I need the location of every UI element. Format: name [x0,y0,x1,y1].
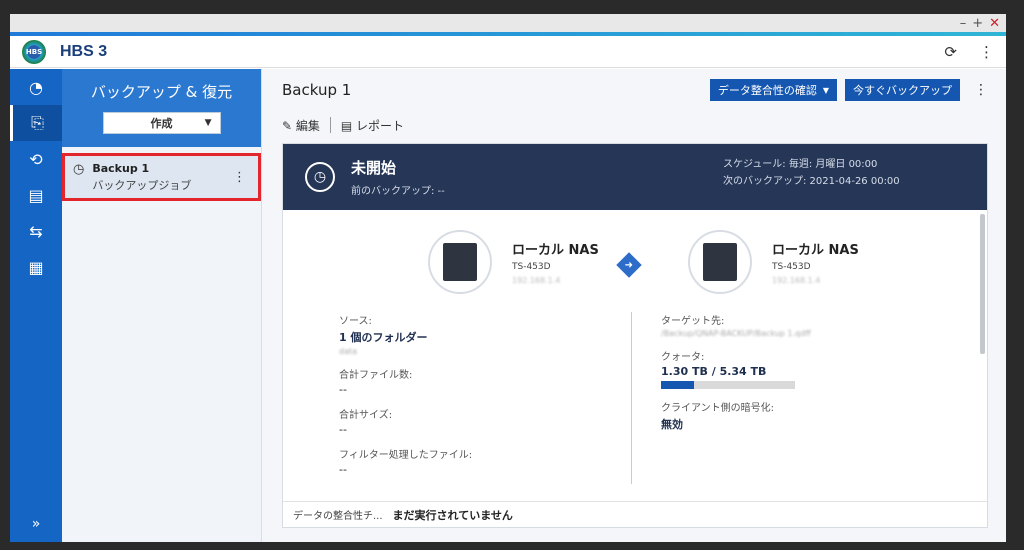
target-nas-ip: 192.168.1.4 [772,276,821,285]
quota-label: クォータ: [661,352,705,363]
verify-integrity-button[interactable]: データ整合性の確認 ▼ [709,79,837,101]
status-banner: ◷ 未開始 前のバックアップ: -- スケジュール: 毎週: 月曜日 00:00… [283,144,987,210]
quota-bar-fill [661,381,694,389]
target-nas-model: TS-453D [772,262,811,272]
job-detail: Backup 1 データ整合性の確認 ▼ 今すぐバックアップ ⋮ ✎ 編集 ▤ … [262,69,1006,542]
services-icon[interactable]: ▤ [10,177,62,213]
caret-down-icon: ▼ [204,118,212,128]
job-more-icon[interactable]: ⋮ [233,170,246,185]
source-value: 1 個のフォルダー [339,331,428,344]
app-header: HBS HBS 3 ⟳ ⋮ [10,36,1006,68]
job-card: ◷ 未開始 前のバックアップ: -- スケジュール: 毎週: 月曜日 00:00… [282,143,988,528]
maximize-icon[interactable]: + [972,16,983,31]
create-button[interactable]: 作成 ▼ [102,112,221,134]
create-button-label: 作成 [150,117,173,130]
arrow-right-icon: ➜ [616,252,642,278]
nas-device-icon [688,230,752,294]
total-files-label: 合計ファイル数: [339,370,413,381]
integrity-value: まだ実行されていません [392,508,513,522]
nas-device-icon [428,230,492,294]
next-backup: 次のバックアップ: 2021-04-26 00:00 [723,176,900,187]
app-window: – + ✕ HBS HBS 3 ⟳ ⋮ ◔ ⎘ ⟲ ▤ ⇆ ▦ » バックアップ… [10,14,1006,542]
clock-icon: ◷ [305,162,335,192]
refresh-icon[interactable]: ⟳ [944,43,957,61]
filtered-files-label: フィルター処理したファイル: [339,450,473,461]
caret-down-icon: ▼ [822,85,829,95]
job-details: ソース: 1 個のフォルダー data 合計ファイル数: -- 合計サイズ: -… [283,312,987,484]
job-type: バックアップジョブ [92,178,192,192]
target-path: /Backup/QNAP-BACKUP/Backup 1.qdff [661,329,811,338]
report-label: レポート [356,118,405,133]
source-nas-ip: 192.168.1.4 [512,276,561,285]
filtered-files-value: -- [339,463,347,476]
storages-icon[interactable]: ⇆ [10,213,62,249]
source-nas: ローカル NAS TS-453D 192.168.1.4 [428,230,599,294]
source-path: data [339,347,358,356]
last-backup: 前のバックアップ: -- [351,186,445,197]
panel-title: バックアップ & 復元 [90,83,233,101]
window-titlebar: – + ✕ [10,14,1006,32]
more-actions-icon[interactable]: ⋮ [974,82,988,98]
edit-button[interactable]: ✎ 編集 [282,117,320,134]
nav-rail: ◔ ⎘ ⟲ ▤ ⇆ ▦ » [10,69,62,542]
page-title: Backup 1 [282,81,352,99]
clock-icon: ◷ [73,162,85,177]
verify-integrity-label: データ整合性の確認 [717,84,817,97]
quota-bar [661,381,795,389]
sync-icon[interactable]: ⟲ [10,141,62,177]
app-title: HBS 3 [60,42,108,60]
total-size-value: -- [339,423,347,436]
column-divider [631,312,632,484]
encryption-value: 無効 [661,418,683,431]
quota-value: 1.30 TB / 5.34 TB [661,365,811,378]
target-nas-name: ローカル NAS [772,243,859,258]
backup-restore-icon[interactable]: ⎘ [10,105,62,141]
edit-label: 編集 [295,118,320,133]
total-files-value: -- [339,383,347,396]
report-button[interactable]: ▤ レポート [341,117,404,134]
expand-nav-icon[interactable]: » [10,516,62,532]
schedule: スケジュール: 毎週: 月曜日 00:00 [723,159,878,170]
job-name: Backup 1 [92,161,150,175]
quota-used: 1.30 TB [661,365,708,378]
source-nas-name: ローカル NAS [512,243,599,258]
encryption-label: クライアント側の暗号化: [661,403,774,414]
source-details: ソース: 1 個のフォルダー data 合計ファイル数: -- 合計サイズ: -… [339,312,472,476]
integrity-label: データの整合性チ... [293,511,383,522]
quota-separator: / [711,365,720,378]
target-details: ターゲット先: /Backup/QNAP-BACKUP/Backup 1.qdf… [661,312,811,432]
source-label: ソース: [339,316,372,327]
nas-flow: ローカル NAS TS-453D 192.168.1.4 ➜ ローカル NAS … [283,230,987,300]
close-icon[interactable]: ✕ [989,16,1000,31]
backup-now-button[interactable]: 今すぐバックアップ [845,79,960,101]
logs-icon[interactable]: ▦ [10,249,62,285]
job-list-panel: バックアップ & 復元 作成 ▼ ◷ Backup 1 バックアップジョブ ⋮ [62,69,262,542]
minimize-icon[interactable]: – [960,16,967,31]
scrollbar[interactable] [980,214,985,354]
integrity-status: データの整合性チ... まだ実行されていません [283,501,987,527]
job-list-item[interactable]: ◷ Backup 1 バックアップジョブ ⋮ [62,153,261,201]
detail-toolbar: ✎ 編集 ▤ レポート [282,111,988,139]
job-status: 未開始 [351,159,397,177]
target-label: ターゲット先: [661,316,725,327]
total-size-label: 合計サイズ: [339,410,393,421]
more-options-icon[interactable]: ⋮ [979,43,994,61]
source-nas-model: TS-453D [512,262,551,272]
hbs-logo-icon: HBS [22,39,46,64]
quota-total: 5.34 TB [719,365,767,378]
toolbar-divider [329,117,331,133]
target-nas: ローカル NAS TS-453D 192.168.1.4 [688,230,859,294]
overview-icon[interactable]: ◔ [10,69,62,105]
